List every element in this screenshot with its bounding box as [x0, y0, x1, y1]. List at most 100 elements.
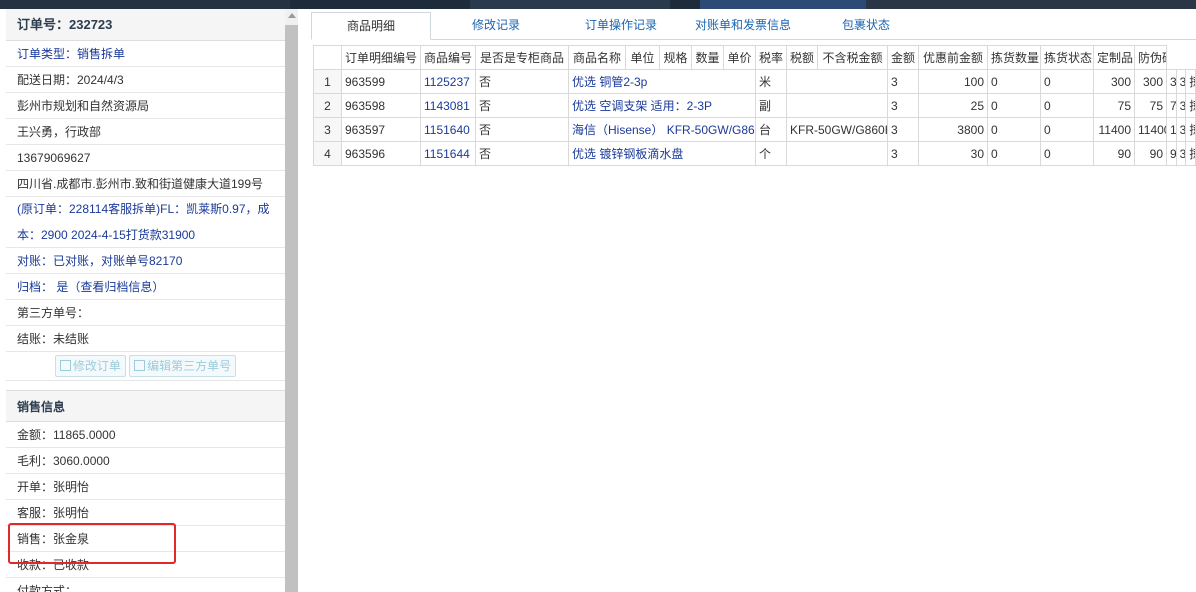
order-info-row: 订单类型：销售拆单	[6, 41, 285, 67]
product-number-link[interactable]: 1143081	[420, 93, 476, 118]
pick-qty-cell: 3副	[1175, 93, 1187, 118]
tab-operation-log[interactable]: 订单操作记录	[561, 12, 681, 40]
tax-rate-cell: 0	[987, 117, 1041, 142]
order-note-line2: 本：2900 2024-4-15打货款31900	[6, 222, 285, 248]
detail-number-cell: 963598	[341, 93, 421, 118]
order-info-row: 结账：未结账	[6, 326, 285, 352]
column-header[interactable]: 防伪码	[1134, 45, 1167, 70]
sales-info-row: 付款方式：	[6, 578, 285, 592]
spec-cell	[786, 69, 888, 94]
net-amount-cell: 300	[1093, 69, 1135, 94]
edit-third-party-button[interactable]: 编辑第三方单号	[129, 355, 237, 377]
net-amount-cell: 90	[1093, 141, 1135, 166]
tax-cell: 0	[1040, 141, 1094, 166]
pick-qty-cell: 3米	[1175, 69, 1187, 94]
product-number-link[interactable]: 1151644	[420, 141, 476, 166]
column-header[interactable]: 单位	[625, 45, 660, 70]
edit-icon	[134, 360, 146, 371]
table-row[interactable]: 49635961151644否优选 镀锌钢板滴水盘个330009090903个拣…	[313, 141, 1196, 166]
column-header[interactable]: 税率	[755, 45, 787, 70]
pre-amount-cell: 11400	[1166, 117, 1177, 142]
tab-product-details[interactable]: 商品明细	[311, 12, 431, 40]
amount-cell: 90	[1134, 141, 1167, 166]
order-info-row: 彭州市规划和自然资源局	[6, 93, 285, 119]
sales-info-row: 毛利：3060.0000	[6, 448, 285, 474]
order-info-row: 归档： 是（查看归档信息）	[6, 274, 285, 300]
highlight-box	[8, 523, 176, 564]
unit-cell: 米	[755, 69, 787, 94]
column-header[interactable]: 订单明细编号	[341, 45, 421, 70]
column-header[interactable]: 是否是专柜商品	[475, 45, 569, 70]
price-cell: 100	[918, 69, 988, 94]
pick-status-cell: 拣货未	[1185, 69, 1196, 94]
column-header[interactable]: 规格	[659, 45, 692, 70]
tax-cell: 0	[1040, 93, 1094, 118]
table-row[interactable]: 19635991125237否优选 铜管2-3p米310000300300300…	[313, 69, 1196, 94]
column-header[interactable]: 拣货状态	[1040, 45, 1094, 70]
qty-cell: 3	[887, 93, 919, 118]
product-name-link[interactable]: 优选 铜管2-3p	[568, 69, 756, 94]
column-header[interactable]: 不含税金额	[817, 45, 888, 70]
product-name-link[interactable]: 海信（Hisense） KFR-50GW/G860H-X1 2匹壁挂式空调	[568, 117, 756, 142]
product-number-link[interactable]: 1151640	[420, 117, 476, 142]
pre-amount-cell: 90	[1166, 141, 1177, 166]
edit-icon	[59, 360, 71, 371]
edit-order-label: 修改订单	[72, 359, 121, 373]
top-bar-segment	[700, 0, 866, 9]
row-index: 1	[313, 69, 342, 94]
product-number-link[interactable]: 1125237	[420, 69, 476, 94]
unit-cell: 个	[755, 141, 787, 166]
scrollbar-thumb[interactable]	[285, 25, 298, 592]
scroll-up-icon[interactable]	[288, 13, 296, 18]
top-bar	[0, 0, 1196, 9]
product-name-link[interactable]: 优选 空调支架 适用：2-3P	[568, 93, 756, 118]
product-detail-table: 订单明细编号 商品编号 是否是专柜商品 商品名称 单位 规格 数量 单价 税率 税额 不含税金额 金额…	[313, 45, 1196, 166]
spec-cell	[786, 93, 888, 118]
tab-package-status[interactable]: 包裹状态	[811, 12, 921, 40]
table-row[interactable]: 2 963598 1143081 否优选 空调支架 适用：2-3P 副 3 25 0 0 75 75…	[313, 93, 1196, 118]
column-header[interactable]: 定制品	[1093, 45, 1135, 70]
top-bar-segment	[470, 0, 670, 9]
tab-statement-invoice[interactable]: 对账单和发票信息	[683, 12, 803, 40]
column-header[interactable]: 拣货数量	[987, 45, 1041, 70]
tax-cell: 0	[1040, 69, 1094, 94]
tab-change-log[interactable]: 修改记录	[441, 12, 551, 40]
edit-third-party-label: 编辑第三方单号	[147, 359, 232, 373]
column-header[interactable]: 优惠前金额	[918, 45, 988, 70]
table-row[interactable]: 39635971151640否海信（Hisense） KFR-50GW/G860…	[313, 117, 1196, 142]
pre-amount-cell: 75	[1166, 93, 1177, 118]
tax-rate-cell: 0	[987, 141, 1041, 166]
counter-cell: 否	[475, 117, 569, 142]
pick-qty-cell: 3台	[1175, 117, 1187, 142]
column-header[interactable]: 商品编号	[420, 45, 476, 70]
qty-cell: 3	[887, 141, 919, 166]
edit-order-button[interactable]: 修改订单	[54, 355, 126, 377]
net-amount-cell: 11400	[1093, 117, 1135, 142]
amount-cell: 11400	[1134, 117, 1167, 142]
order-info-row: 王兴勇，行政部	[6, 119, 285, 145]
counter-cell: 否	[475, 141, 569, 166]
net-amount-cell: 75	[1093, 93, 1135, 118]
column-header[interactable]	[313, 45, 342, 70]
column-header[interactable]: 单价	[723, 45, 756, 70]
order-info-row: 13679069627	[6, 145, 285, 171]
column-header[interactable]: 商品名称	[568, 45, 626, 70]
order-note-line1: (原订单：228114客服拆单)FL：凯莱斯0.97，成	[17, 202, 270, 216]
column-header[interactable]: 金额	[887, 45, 919, 70]
product-name-link[interactable]: 优选 镀锌钢板滴水盘	[568, 141, 756, 166]
sales-info-row: 开单：张明怡	[6, 474, 285, 500]
top-bar-segment	[0, 0, 290, 9]
sales-info-row: 金额：11865.0000	[6, 422, 285, 448]
counter-cell: 否	[475, 93, 569, 118]
column-header[interactable]: 税额	[786, 45, 818, 70]
order-info-row: 配送日期：2024/4/3	[6, 67, 285, 93]
price-cell: 30	[918, 141, 988, 166]
order-info-panel: 订单号：232723 订单类型：销售拆单 配送日期：2024/4/3 彭州市规划和自…	[6, 9, 286, 592]
row-index: 4	[313, 141, 342, 166]
detail-tabs: 商品明细 修改记录 订单操作记录 对账单和发票信息 包裹状态	[311, 12, 1196, 40]
left-panel-scrollbar[interactable]	[285, 9, 298, 592]
column-header[interactable]: 数量	[691, 45, 724, 70]
unit-cell: 台	[755, 117, 787, 142]
spec-cell	[786, 141, 888, 166]
amount-cell: 75	[1134, 93, 1167, 118]
